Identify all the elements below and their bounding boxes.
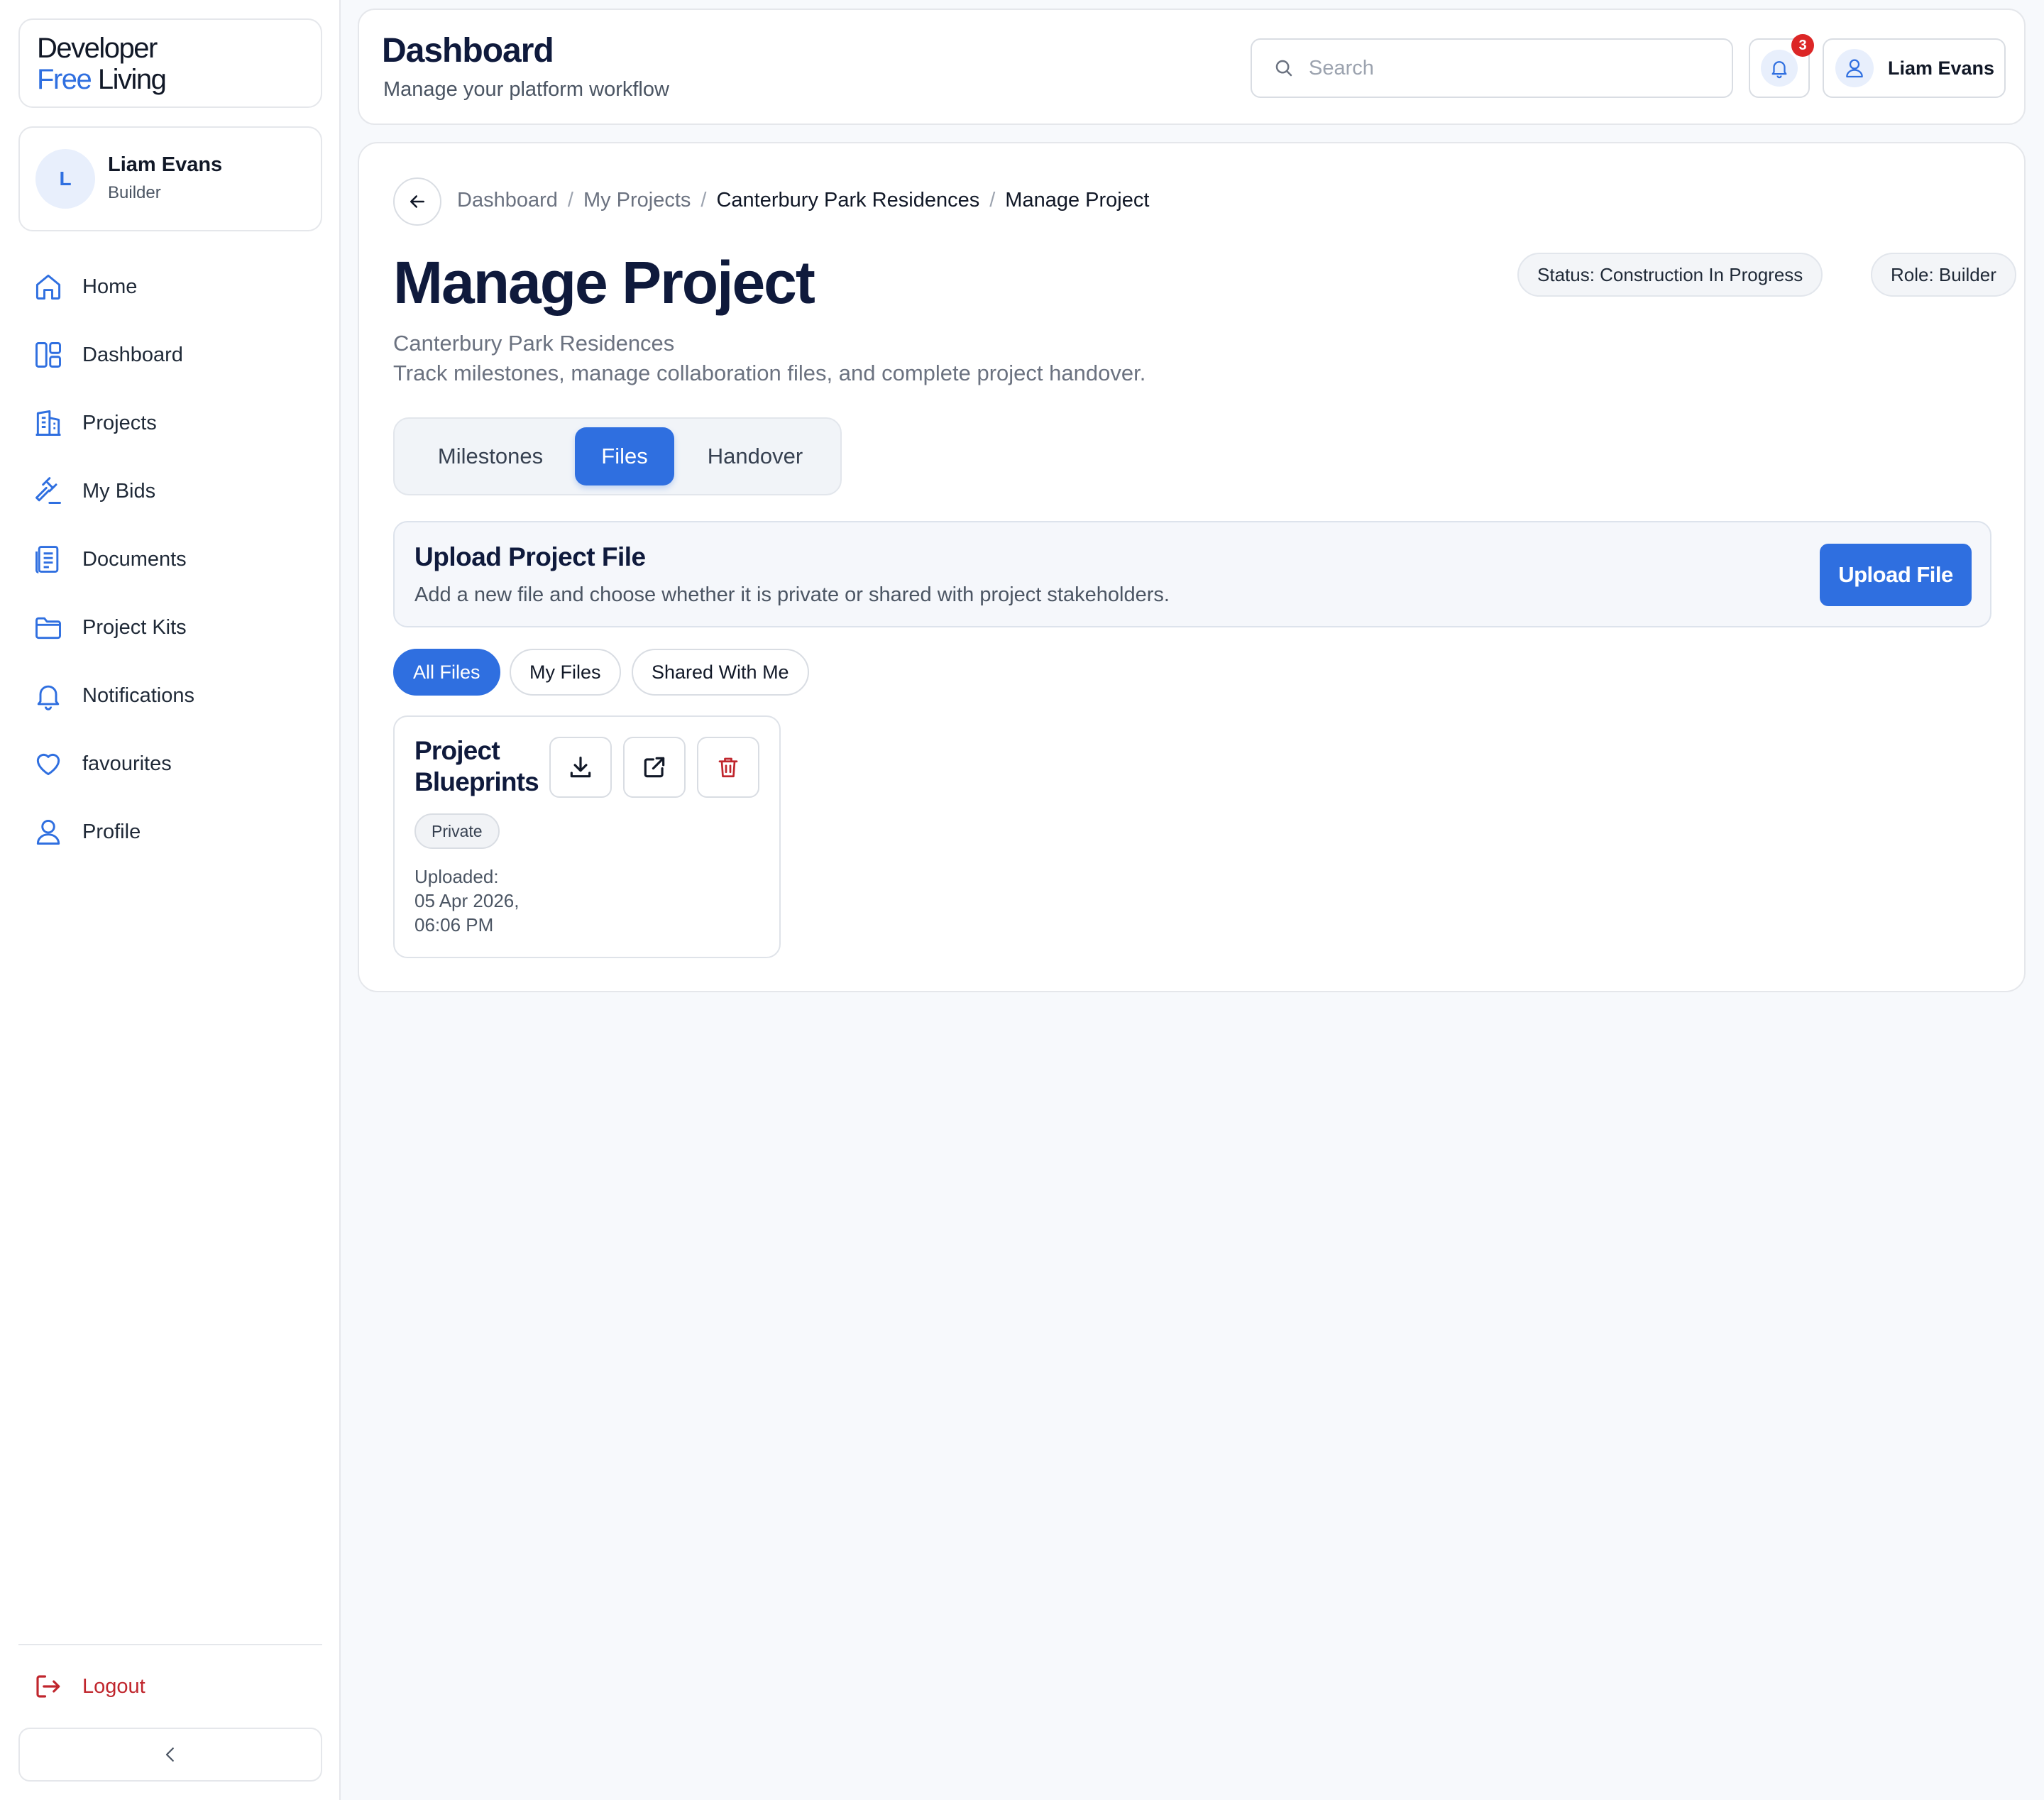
notification-count-badge: 3	[1791, 34, 1814, 57]
sidebar-item-documents[interactable]: Documents	[18, 525, 322, 593]
external-link-icon	[641, 754, 668, 781]
breadcrumb-dashboard[interactable]: Dashboard	[457, 189, 558, 212]
sidebar-item-label: Profile	[82, 820, 141, 843]
file-card: Project Blueprints Private Uploaded: 05 …	[393, 715, 781, 958]
uploaded-time: 06:06 PM	[414, 914, 494, 935]
file-name: Project Blueprints	[414, 736, 539, 796]
sidebar-item-label: My Bids	[82, 479, 156, 503]
user-icon	[33, 816, 64, 847]
visibility-badge: Private	[414, 813, 500, 849]
breadcrumb-project[interactable]: Canterbury Park Residences	[716, 189, 979, 212]
project-description: Track milestones, manage collaboration f…	[393, 361, 1146, 385]
chevron-left-icon	[160, 1744, 181, 1765]
upload-panel: Upload Project File Add a new file and c…	[393, 521, 1991, 627]
filter-my-files[interactable]: My Files	[510, 649, 621, 696]
breadcrumb-separator: /	[989, 189, 996, 212]
brand-rest-word: Living	[91, 64, 167, 95]
sidebar: Developer Free Living L Liam Evans Build…	[0, 0, 341, 1800]
brand-logo[interactable]: Developer Free Living	[18, 18, 322, 108]
breadcrumb-separator: /	[700, 189, 707, 212]
download-button[interactable]	[549, 737, 612, 798]
page-title: Manage Project	[393, 249, 815, 316]
user-card: L Liam Evans Builder	[18, 126, 322, 231]
tab-handover[interactable]: Handover	[677, 427, 833, 485]
upload-title: Upload Project File	[414, 542, 646, 571]
sidebar-item-label: Projects	[82, 411, 157, 434]
top-header: Dashboard Manage your platform workflow …	[358, 9, 2026, 125]
notifications-button[interactable]: 3	[1749, 34, 1814, 98]
sidebar-item-my-bids[interactable]: My Bids	[18, 457, 322, 525]
arrow-left-icon	[407, 191, 428, 212]
project-name: Canterbury Park Residences	[393, 331, 675, 356]
sidebar-item-dashboard[interactable]: Dashboard	[18, 321, 322, 389]
sidebar-item-project-kits[interactable]: Project Kits	[18, 593, 322, 662]
download-icon	[567, 754, 594, 781]
back-button[interactable]	[393, 177, 441, 226]
uploaded-date: 05 Apr 2026,	[414, 890, 520, 911]
search-box[interactable]	[1251, 38, 1733, 98]
sidebar-item-label: Dashboard	[82, 343, 183, 366]
breadcrumb-separator: /	[567, 189, 573, 212]
search-icon	[1273, 57, 1295, 79]
tab-milestones[interactable]: Milestones	[403, 427, 578, 485]
status-badge: Status: Construction In Progress	[1517, 253, 1823, 297]
delete-button[interactable]	[697, 737, 759, 798]
collapse-sidebar-button[interactable]	[18, 1728, 322, 1782]
document-icon	[33, 544, 64, 575]
main-content: Dashboard / My Projects / Canterbury Par…	[358, 142, 2026, 992]
sidebar-item-favourites[interactable]: favourites	[18, 730, 322, 798]
sidebar-nav: Home Dashboard Projects My Bids Document…	[18, 253, 322, 866]
user-menu-name: Liam Evans	[1888, 57, 1995, 79]
header-title: Dashboard	[382, 32, 554, 70]
sidebar-item-label: Home	[82, 275, 138, 298]
brand-line-1: Developer	[37, 33, 158, 64]
tab-bar: Milestones Files Handover	[393, 417, 842, 495]
upload-info: Uploaded: 05 Apr 2026, 06:06 PM	[414, 865, 556, 937]
heart-icon	[33, 748, 64, 779]
sidebar-item-projects[interactable]: Projects	[18, 389, 322, 457]
user-icon	[1843, 57, 1866, 79]
breadcrumb: Dashboard / My Projects / Canterbury Par…	[457, 189, 1149, 212]
uploaded-label: Uploaded:	[414, 866, 499, 887]
logout-icon	[33, 1672, 62, 1701]
logout-label: Logout	[82, 1674, 145, 1698]
avatar: L	[35, 149, 95, 209]
sidebar-item-label: Documents	[82, 547, 187, 571]
bell-icon	[33, 680, 64, 711]
search-input[interactable]	[1309, 56, 1706, 80]
filter-all-files[interactable]: All Files	[393, 649, 500, 696]
open-external-button[interactable]	[623, 737, 686, 798]
upload-file-button[interactable]: Upload File	[1820, 544, 1972, 606]
sidebar-item-home[interactable]: Home	[18, 253, 322, 321]
user-name: Liam Evans	[108, 153, 223, 176]
building-icon	[33, 407, 64, 439]
upload-description: Add a new file and choose whether it is …	[414, 583, 1170, 606]
gavel-icon	[33, 476, 64, 507]
brand-accent-word: Free	[37, 64, 92, 95]
sidebar-item-profile[interactable]: Profile	[18, 798, 322, 866]
sidebar-divider	[18, 1644, 322, 1645]
user-menu-button[interactable]: Liam Evans	[1823, 38, 2006, 98]
role-badge: Role: Builder	[1871, 253, 2016, 297]
filter-shared-with-me[interactable]: Shared With Me	[632, 649, 809, 696]
user-avatar	[1835, 49, 1874, 87]
brand-line-2: Free Living	[37, 64, 321, 95]
logout-button[interactable]: Logout	[18, 1668, 322, 1705]
breadcrumb-my-projects[interactable]: My Projects	[583, 189, 691, 212]
home-icon	[33, 271, 64, 302]
sidebar-item-label: favourites	[82, 752, 172, 775]
bell-icon	[1769, 57, 1790, 79]
sidebar-item-label: Notifications	[82, 684, 194, 707]
folder-icon	[33, 612, 64, 643]
breadcrumb-current: Manage Project	[1005, 189, 1150, 212]
sidebar-item-label: Project Kits	[82, 615, 187, 639]
header-subtitle: Manage your platform workflow	[383, 78, 669, 101]
sidebar-item-notifications[interactable]: Notifications	[18, 662, 322, 730]
dashboard-icon	[33, 339, 64, 371]
trash-icon	[715, 754, 741, 780]
user-role: Builder	[108, 183, 161, 202]
bell-icon-wrap	[1761, 50, 1798, 87]
tab-files[interactable]: Files	[575, 427, 674, 485]
